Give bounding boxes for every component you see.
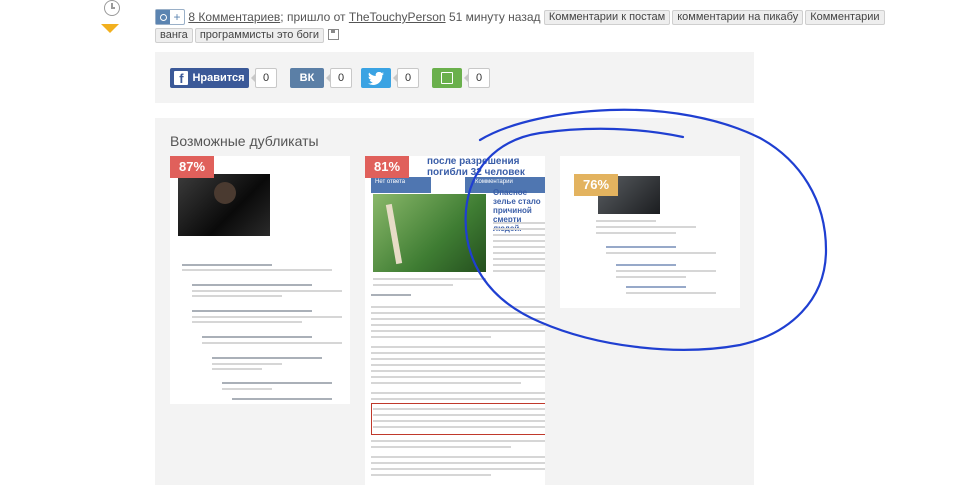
- facebook-count: 0: [251, 68, 277, 88]
- facebook-icon: f: [174, 71, 189, 86]
- ribbon-right-label: Комментарии: [475, 179, 513, 185]
- duplicate-thumb-1[interactable]: 87%: [170, 156, 350, 404]
- tag-comments-to-posts[interactable]: Комментарии к постам: [543, 10, 671, 25]
- comments-link[interactable]: 8 Комментариев: [188, 10, 280, 24]
- twitter-count: 0: [393, 68, 419, 88]
- camera-icon: [156, 10, 170, 24]
- duplicate-percent-badge: 76%: [574, 174, 619, 196]
- duplicate-percent-badge: 81%: [365, 156, 410, 178]
- post-time: 51 минуту назад: [448, 10, 541, 24]
- facebook-share: f Нравится 0: [170, 68, 277, 88]
- from-label: ; пришло от: [280, 10, 346, 24]
- twitter-share: 0: [361, 68, 419, 88]
- article-headline: после разрешения погибли 32 человек: [427, 156, 525, 178]
- post-rating-rail: [100, 0, 124, 40]
- save-count: 0: [464, 68, 490, 88]
- share-panel: f Нравится 0 ВК 0 0 0: [155, 52, 754, 103]
- tag-vanga[interactable]: ванга: [155, 28, 193, 43]
- article-side-title: Опасное зелье стало причиной смерти люде…: [493, 188, 541, 233]
- save-icon[interactable]: [328, 29, 340, 40]
- facebook-like-label: Нравится: [192, 72, 245, 84]
- article-photo: [373, 194, 486, 272]
- tag-programmers-are-gods[interactable]: программисты это боги: [194, 28, 325, 43]
- vk-share: ВК 0: [290, 68, 352, 88]
- tag-comments-on-pikabu[interactable]: комментарии на пикабу: [672, 10, 804, 25]
- rating-down-icon[interactable]: [101, 24, 119, 33]
- vk-share-button[interactable]: ВК: [290, 68, 324, 88]
- post-meta: + 8 Комментариев; пришло от TheTouchyPer…: [155, 8, 915, 44]
- add-media-button[interactable]: +: [155, 9, 185, 25]
- ribbon-left-label: Нет ответа: [375, 179, 406, 185]
- twitter-icon: [368, 71, 384, 85]
- thumbnail-photo: [178, 174, 270, 236]
- duplicates-title: Возможные дубликаты: [170, 133, 319, 149]
- vk-icon: ВК: [299, 72, 315, 84]
- twitter-share-button[interactable]: [361, 68, 391, 88]
- save-share: 0: [432, 68, 490, 88]
- duplicate-percent-badge: 87%: [170, 156, 215, 178]
- plus-icon: +: [173, 10, 181, 24]
- tag-comments[interactable]: Комментарии: [805, 10, 885, 25]
- save-post-button[interactable]: [432, 68, 462, 88]
- author-link[interactable]: TheTouchyPerson: [349, 10, 446, 24]
- save-icon: [441, 72, 453, 84]
- facebook-like-button[interactable]: f Нравится: [170, 68, 249, 88]
- clock-icon: [104, 0, 120, 16]
- vk-count: 0: [326, 68, 352, 88]
- possible-duplicates-panel: Возможные дубликаты 87% после разрешения…: [155, 118, 754, 485]
- duplicate-thumb-3[interactable]: 76%: [560, 156, 740, 308]
- duplicate-thumb-2[interactable]: после разрешения погибли 32 человек Нет …: [365, 156, 545, 485]
